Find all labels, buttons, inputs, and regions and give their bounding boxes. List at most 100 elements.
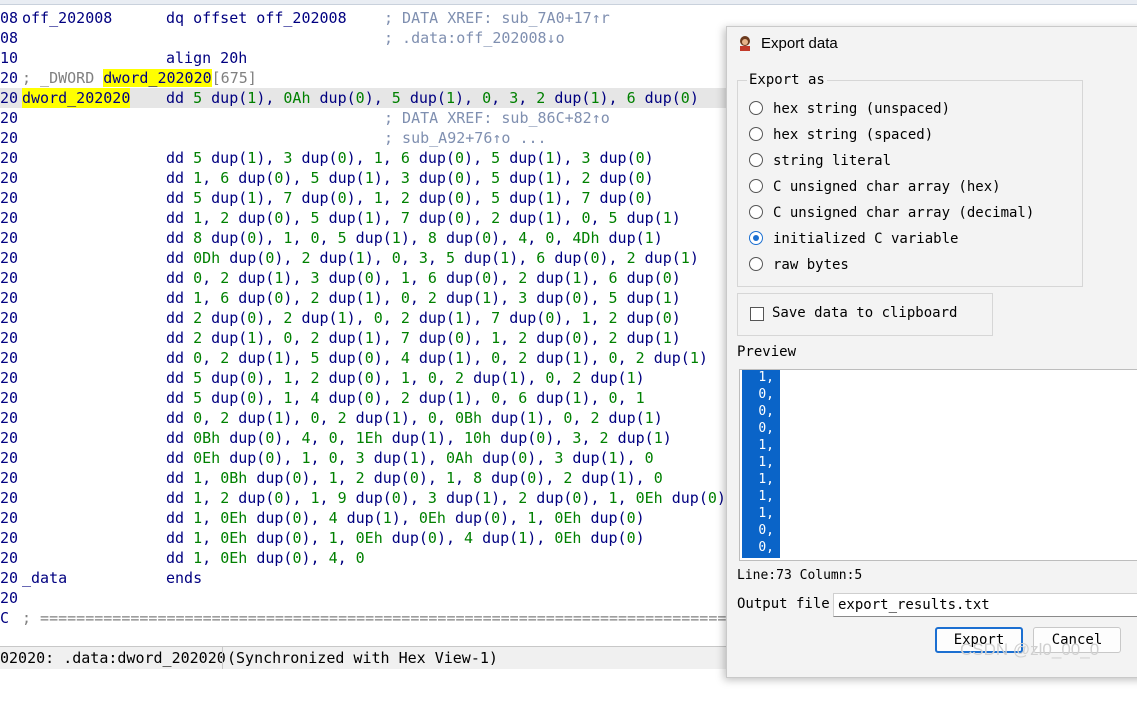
- disassembly-listing[interactable]: 08 off_202008 dq offset off_202008 ; DATA X…: [0, 8, 781, 648]
- radio-button[interactable]: [749, 205, 763, 219]
- listing-row[interactable]: 20 dd 1, 2 dup(0), 1, 9 dup(0), 3 dup(1),…: [0, 488, 730, 508]
- row-instruction[interactable]: dd 0Eh dup(0), 1, 0, 3 dup(1), 0Ah dup(0…: [166, 448, 654, 468]
- row-instruction[interactable]: dd 1, 0Eh dup(0), 4, 0: [166, 548, 365, 568]
- listing-row[interactable]: C ; =====================================…: [0, 608, 781, 628]
- row-instruction[interactable]: dd 1, 2 dup(0), 1, 9 dup(0), 3 dup(1), 2…: [166, 488, 726, 508]
- row-address: 10: [0, 49, 19, 67]
- listing-row[interactable]: 20 _data ends: [0, 568, 730, 588]
- save-to-clipboard-checkbox[interactable]: [750, 307, 764, 321]
- radio-button[interactable]: [749, 179, 763, 193]
- row-address: 20: [0, 489, 19, 507]
- row-address: 20: [0, 249, 19, 267]
- preview-line: 0,: [758, 523, 774, 538]
- row-instruction[interactable]: dd 0, 2 dup(1), 5 dup(0), 4 dup(1), 0, 2…: [166, 348, 708, 368]
- listing-row[interactable]: 10 align 20h: [0, 48, 730, 68]
- row-instruction[interactable]: dd 1, 0Bh dup(0), 1, 2 dup(0), 1, 8 dup(…: [166, 468, 663, 488]
- dialog-titlebar[interactable]: Export data: [727, 27, 1137, 61]
- listing-row[interactable]: 20 ; DATA XREF: sub_86C+82↑o: [0, 108, 730, 128]
- radio-button[interactable]: [749, 101, 763, 115]
- preview-line: 0,: [758, 421, 774, 436]
- listing-row[interactable]: 20 dd 5 dup(1), 7 dup(0), 1, 2 dup(0), 5 …: [0, 188, 730, 208]
- row-instruction[interactable]: dd 5 dup(1), 0Ah dup(0), 5 dup(1), 0, 3,…: [166, 88, 699, 108]
- row-instruction[interactable]: dd 5 dup(0), 1, 4 dup(0), 2 dup(1), 0, 6…: [166, 388, 645, 408]
- output-file-input[interactable]: [833, 593, 1137, 617]
- listing-row[interactable]: 20 dd 1, 6 dup(0), 2 dup(1), 0, 2 dup(1),…: [0, 288, 730, 308]
- export-option-label[interactable]: hex string (spaced): [773, 125, 933, 145]
- output-file-label: Output file: [737, 596, 830, 612]
- export-option-label[interactable]: string literal: [773, 151, 891, 171]
- preview-textarea[interactable]: 1, 0, 0, 0, 1, 1, 1, 1, 1, 0, 0,: [739, 369, 1137, 561]
- row-address: 20: [0, 109, 19, 127]
- row-label[interactable]: _data: [22, 568, 67, 588]
- listing-row[interactable]: 20 ; sub_A92+76↑o ...: [0, 128, 730, 148]
- row-instruction[interactable]: dd 2 dup(1), 0, 2 dup(1), 7 dup(0), 1, 2…: [166, 328, 681, 348]
- row-instruction[interactable]: dd 5 dup(1), 3 dup(0), 1, 6 dup(0), 5 du…: [166, 148, 654, 168]
- clipboard-group: Save data to clipboard: [737, 293, 993, 336]
- listing-row[interactable]: 20 dd 2 dup(0), 2 dup(1), 0, 2 dup(1), 7 …: [0, 308, 730, 328]
- row-instruction[interactable]: dd 5 dup(0), 1, 2 dup(0), 1, 0, 2 dup(1)…: [166, 368, 645, 388]
- row-instruction[interactable]: dd 1, 6 dup(0), 5 dup(1), 3 dup(0), 5 du…: [166, 168, 654, 188]
- listing-row[interactable]: 20 dd 1, 2 dup(0), 5 dup(1), 7 dup(0), 2 …: [0, 208, 730, 228]
- row-address: 20: [0, 389, 19, 407]
- row-instruction[interactable]: dd 1, 6 dup(0), 2 dup(1), 0, 2 dup(1), 3…: [166, 288, 681, 308]
- row-label[interactable]: ; ======================================…: [22, 608, 781, 628]
- row-label[interactable]: ; _DWORD dword_202020[675]: [22, 68, 257, 88]
- row-instruction[interactable]: ends: [166, 568, 202, 588]
- row-instruction[interactable]: dd 0, 2 dup(1), 0, 2 dup(1), 0, 0Bh dup(…: [166, 408, 663, 428]
- listing-row[interactable]: 08 off_202008 dq offset off_202008 ; DATA X…: [0, 8, 730, 28]
- row-instruction[interactable]: dd 1, 0Eh dup(0), 4 dup(1), 0Eh dup(0), …: [166, 508, 645, 528]
- row-address: 08: [0, 9, 19, 27]
- highlighted-symbol[interactable]: dword_202020: [103, 69, 212, 87]
- listing-row[interactable]: 20 dd 0Bh dup(0), 4, 0, 1Eh dup(1), 10h d…: [0, 428, 730, 448]
- listing-row[interactable]: 20 dd 5 dup(0), 1, 2 dup(0), 1, 0, 2 dup(…: [0, 368, 730, 388]
- listing-row[interactable]: 20 dd 0Dh dup(0), 2 dup(1), 0, 3, 5 dup(1…: [0, 248, 730, 268]
- listing-row[interactable]: 20 dd 1, 6 dup(0), 5 dup(1), 3 dup(0), 5 …: [0, 168, 730, 188]
- listing-row[interactable]: 20 dd 1, 0Eh dup(0), 1, 0Eh dup(0), 4 dup…: [0, 528, 730, 548]
- row-address: 20: [0, 469, 19, 487]
- dialog-title: Export data: [761, 35, 838, 52]
- export-option-label[interactable]: hex string (unspaced): [773, 99, 950, 119]
- export-option-label[interactable]: C unsigned char array (hex): [773, 177, 1001, 197]
- export-data-dialog: Export data Export as hex string (unspac…: [726, 26, 1137, 678]
- listing-row[interactable]: 20 dd 0, 2 dup(1), 3 dup(0), 1, 6 dup(0),…: [0, 268, 730, 288]
- radio-button[interactable]: [749, 231, 763, 245]
- listing-row[interactable]: 20: [0, 588, 730, 608]
- listing-row[interactable]: 20 dword_202020 dd 5 dup(1), 0Ah dup(0), 5…: [0, 88, 730, 108]
- listing-row[interactable]: 08 ; .data:off_202008↓o: [0, 28, 730, 48]
- radio-button[interactable]: [749, 257, 763, 271]
- row-instruction[interactable]: dq offset off_202008: [166, 8, 347, 28]
- row-address: 20: [0, 69, 19, 87]
- export-option-label[interactable]: raw bytes: [773, 255, 849, 275]
- listing-row[interactable]: 20 dd 8 dup(0), 1, 0, 5 dup(1), 8 dup(0),…: [0, 228, 730, 248]
- listing-row[interactable]: 20 dd 0Eh dup(0), 1, 0, 3 dup(1), 0Ah dup…: [0, 448, 730, 468]
- listing-row[interactable]: 20 dd 1, 0Bh dup(0), 1, 2 dup(0), 1, 8 du…: [0, 468, 730, 488]
- row-label[interactable]: off_202008: [22, 8, 112, 28]
- row-instruction[interactable]: dd 0Dh dup(0), 2 dup(1), 0, 3, 5 dup(1),…: [166, 248, 699, 268]
- row-instruction[interactable]: dd 8 dup(0), 1, 0, 5 dup(1), 8 dup(0), 4…: [166, 228, 663, 248]
- export-as-legend: Export as: [747, 72, 827, 88]
- row-address: 20: [0, 589, 19, 607]
- export-option-label[interactable]: C unsigned char array (decimal): [773, 203, 1034, 223]
- listing-row[interactable]: 20 dd 5 dup(1), 3 dup(0), 1, 6 dup(0), 5 …: [0, 148, 730, 168]
- listing-row[interactable]: 20 dd 0, 2 dup(1), 0, 2 dup(1), 0, 0Bh du…: [0, 408, 730, 428]
- radio-button[interactable]: [749, 153, 763, 167]
- row-address: 20: [0, 269, 19, 287]
- row-instruction[interactable]: dd 0, 2 dup(1), 3 dup(0), 1, 6 dup(0), 2…: [166, 268, 681, 288]
- row-instruction[interactable]: dd 0Bh dup(0), 4, 0, 1Eh dup(1), 10h dup…: [166, 428, 672, 448]
- listing-row[interactable]: 20 dd 1, 0Eh dup(0), 4, 0: [0, 548, 730, 568]
- export-option-label[interactable]: initialized C variable: [773, 229, 958, 249]
- listing-row[interactable]: 20 dd 0, 2 dup(1), 5 dup(0), 4 dup(1), 0,…: [0, 348, 730, 368]
- radio-button[interactable]: [749, 127, 763, 141]
- ida-app-icon: [740, 36, 750, 51]
- save-to-clipboard-label[interactable]: Save data to clipboard: [772, 305, 957, 321]
- row-instruction[interactable]: dd 1, 0Eh dup(0), 1, 0Eh dup(0), 4 dup(1…: [166, 528, 645, 548]
- row-instruction[interactable]: align 20h: [166, 48, 247, 68]
- listing-row[interactable]: 20; _DWORD dword_202020[675]: [0, 68, 730, 88]
- row-instruction[interactable]: dd 2 dup(0), 2 dup(1), 0, 2 dup(1), 7 du…: [166, 308, 681, 328]
- row-instruction[interactable]: dd 5 dup(1), 7 dup(0), 1, 2 dup(0), 5 du…: [166, 188, 654, 208]
- listing-row[interactable]: 20 dd 2 dup(1), 0, 2 dup(1), 7 dup(0), 1,…: [0, 328, 730, 348]
- row-label[interactable]: dword_202020: [22, 88, 131, 108]
- listing-row[interactable]: 20 dd 5 dup(0), 1, 4 dup(0), 2 dup(1), 0,…: [0, 388, 730, 408]
- listing-row[interactable]: 20 dd 1, 0Eh dup(0), 4 dup(1), 0Eh dup(0)…: [0, 508, 730, 528]
- row-instruction[interactable]: dd 1, 2 dup(0), 5 dup(1), 7 dup(0), 2 du…: [166, 208, 681, 228]
